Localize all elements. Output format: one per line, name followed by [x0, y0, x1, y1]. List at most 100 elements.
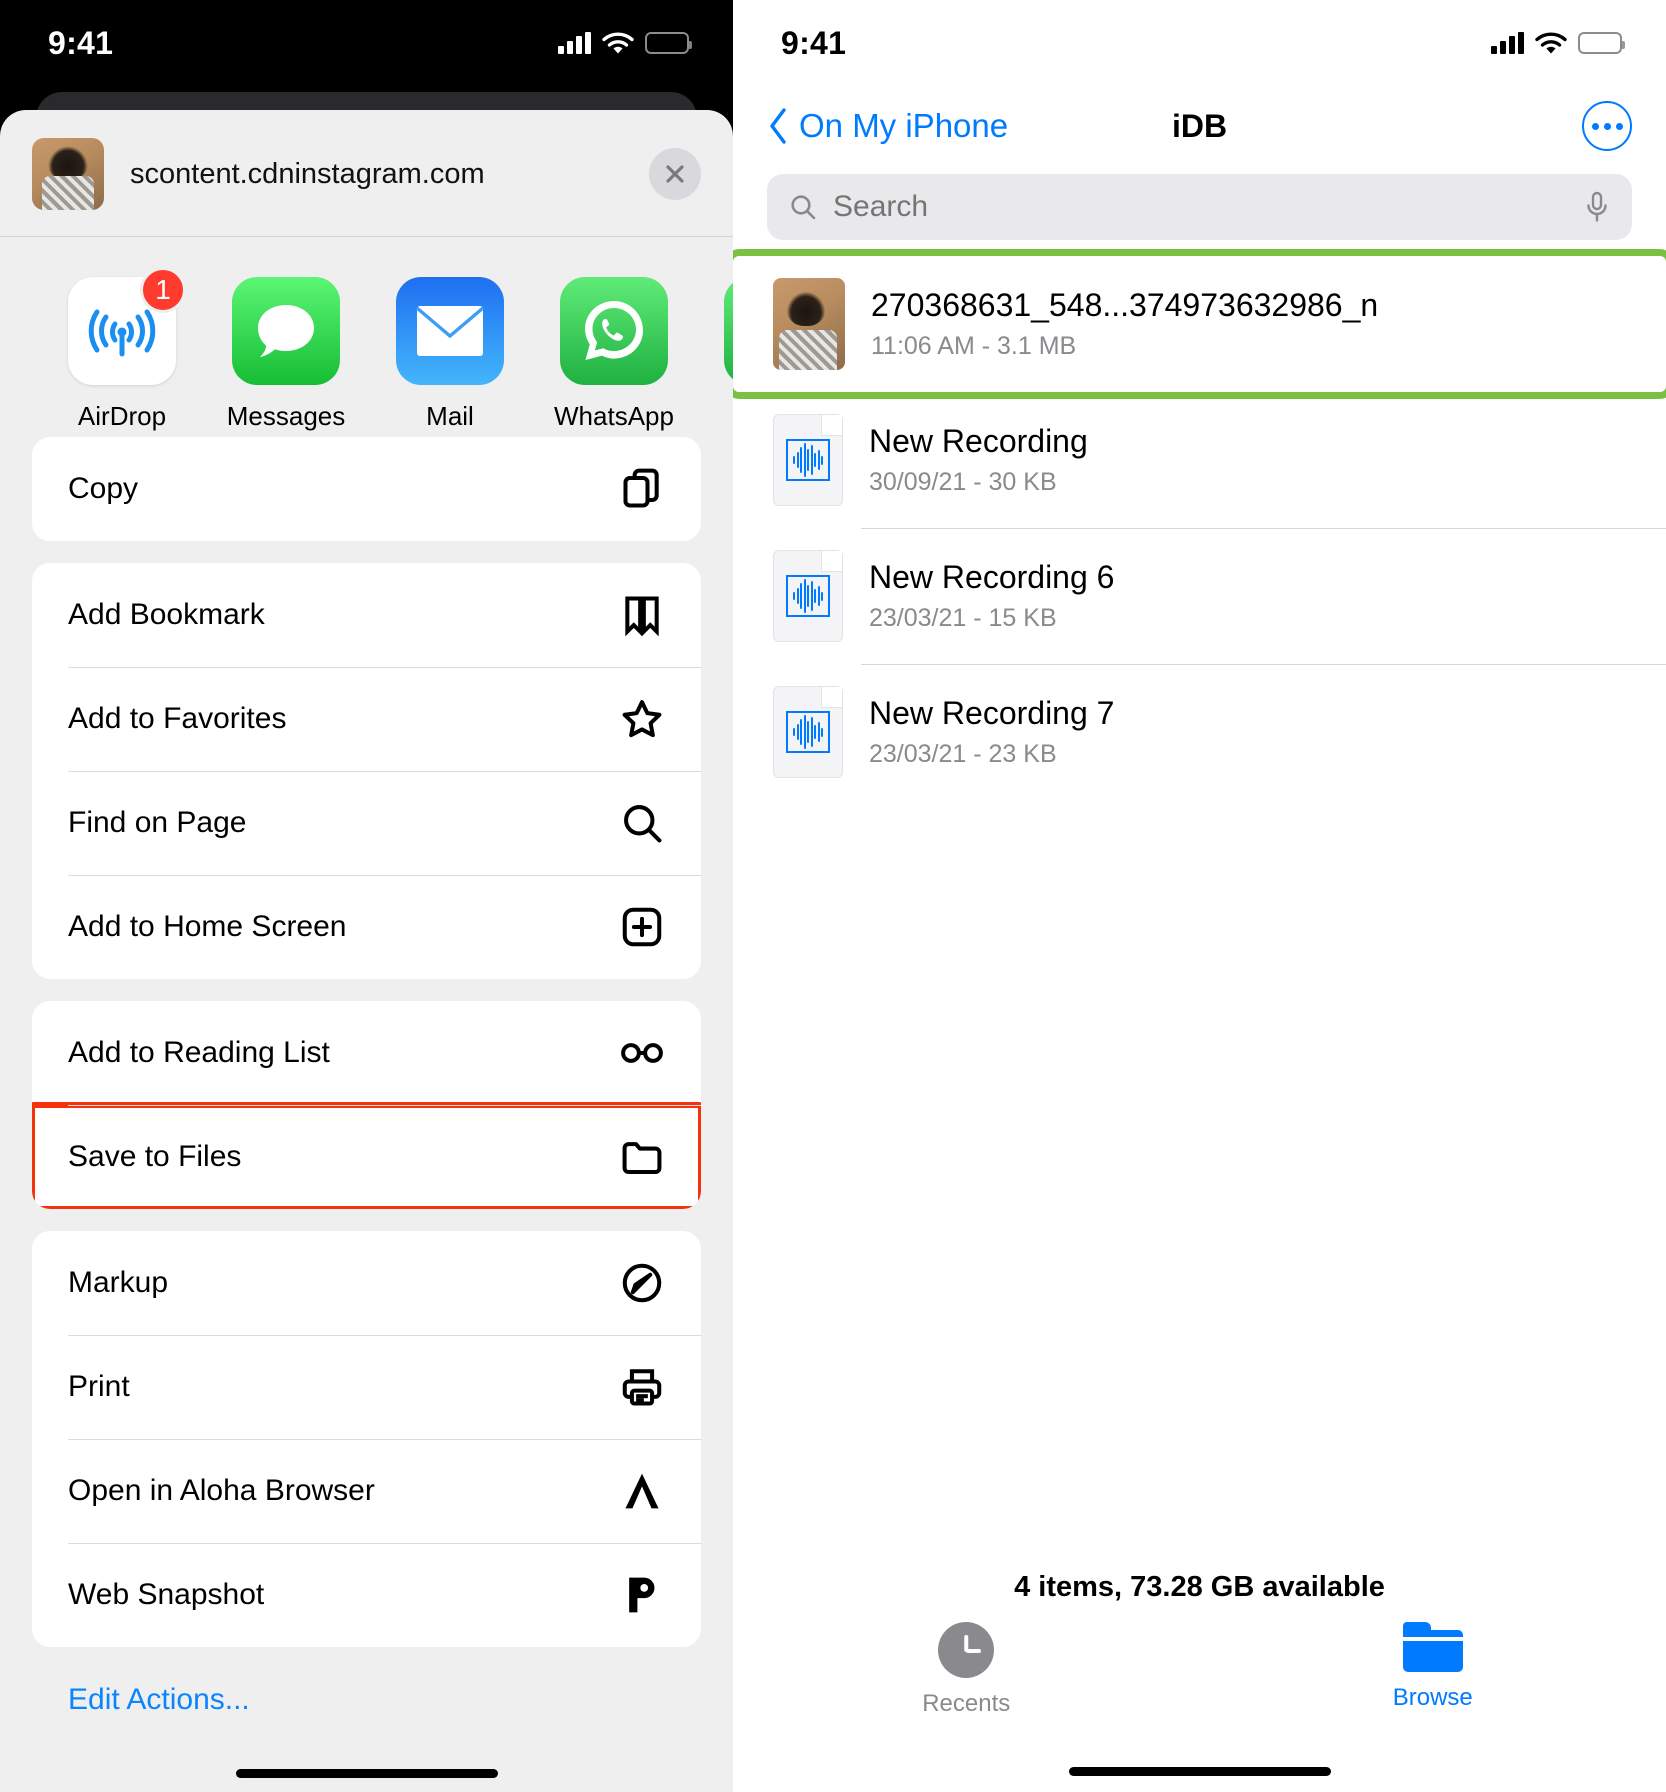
share-targets-row[interactable]: 1 AirDrop Messages Mail WhatsApp: [0, 237, 733, 437]
audio-document-icon: [773, 414, 843, 506]
whatsapp-business-icon: [724, 277, 733, 385]
home-indicator: [1068, 1767, 1331, 1776]
plus-square-icon: [619, 904, 665, 950]
share-target-mail[interactable]: Mail: [368, 277, 532, 432]
share-target-wa[interactable]: WA: [696, 277, 733, 432]
file-row-recording[interactable]: New Recording 6 23/03/21 - 15 KB: [733, 528, 1666, 664]
more-options-icon[interactable]: [1582, 101, 1632, 151]
action-web-snapshot[interactable]: Web Snapshot: [32, 1543, 701, 1647]
folder-icon: [619, 1134, 665, 1180]
action-add-to-home-screen[interactable]: Add to Home Screen: [32, 875, 701, 979]
markup-pen-icon: [619, 1260, 665, 1306]
edit-actions-link[interactable]: Edit Actions...: [32, 1669, 701, 1717]
action-label: Web Snapshot: [68, 1578, 265, 1611]
back-button[interactable]: On My iPhone: [767, 107, 1008, 145]
navigation-bar: On My iPhone iDB: [733, 86, 1666, 166]
glasses-icon: [619, 1030, 665, 1076]
file-name: New Recording 7: [869, 695, 1115, 731]
waveform-icon: [786, 439, 830, 481]
shared-item-url: scontent.cdninstagram.com: [130, 157, 485, 190]
wifi-icon: [1535, 32, 1567, 53]
action-add-to-reading-list[interactable]: Add to Reading List: [32, 1001, 701, 1105]
action-label: Markup: [68, 1266, 169, 1299]
waveform-icon: [786, 711, 830, 753]
file-name: 270368631_548...374973632986_n: [871, 287, 1379, 323]
airdrop-badge: 1: [140, 267, 186, 313]
action-label: Copy: [68, 472, 139, 505]
file-subtitle: 30/09/21 - 30 KB: [869, 468, 1057, 496]
action-find-on-page[interactable]: Find on Page: [32, 771, 701, 875]
action-label: Add Bookmark: [68, 598, 265, 631]
file-list: 270368631_548...374973632986_n 11:06 AM …: [733, 249, 1666, 800]
file-row-recording[interactable]: New Recording 7 23/03/21 - 23 KB: [733, 664, 1666, 800]
close-button[interactable]: [649, 148, 701, 200]
status-time: 9:41: [781, 24, 847, 61]
action-label: Add to Favorites: [68, 702, 287, 735]
airdrop-icon: 1: [68, 267, 186, 385]
waveform-icon: [786, 575, 830, 617]
file-row-recording[interactable]: New Recording 30/09/21 - 30 KB: [733, 392, 1666, 528]
share-target-messages[interactable]: Messages: [204, 277, 368, 432]
action-copy[interactable]: Copy: [32, 437, 701, 541]
share-target-label: WhatsApp: [554, 401, 674, 431]
file-meta: New Recording 30/09/21 - 30 KB: [869, 423, 1088, 497]
share-target-airdrop[interactable]: 1 AirDrop: [40, 267, 204, 432]
action-markup[interactable]: Markup: [32, 1231, 701, 1335]
share-target-label: AirDrop: [77, 401, 167, 431]
file-row-photo[interactable]: 270368631_548...374973632986_n 11:06 AM …: [733, 249, 1666, 399]
tab-label: Browse: [1392, 1684, 1473, 1711]
file-subtitle: 11:06 AM - 3.1 MB: [871, 332, 1077, 360]
chevron-left-icon: [767, 107, 789, 145]
printer-icon: [619, 1364, 665, 1410]
file-name: New Recording 6: [869, 559, 1115, 595]
wifi-icon: [602, 32, 634, 53]
search-bar[interactable]: [767, 174, 1632, 240]
action-print[interactable]: Print: [32, 1335, 701, 1439]
back-button-label: On My iPhone: [799, 107, 1009, 144]
status-time: 9:41: [48, 24, 114, 61]
whatsapp-icon: [560, 277, 668, 385]
tab-label: Recents: [922, 1690, 1011, 1717]
aloha-a-icon: [619, 1468, 665, 1514]
audio-document-icon: [773, 686, 843, 778]
status-icons: [558, 32, 692, 55]
file-name: New Recording: [869, 423, 1088, 459]
tab-browse[interactable]: Browse: [1323, 1622, 1543, 1712]
screenshot-root: 9:41 scontent.cdninstagram.com 1 AirDrop…: [0, 0, 1666, 1792]
mail-icon: [396, 277, 504, 385]
share-target-whatsapp[interactable]: WhatsApp: [532, 277, 696, 432]
file-meta: 270368631_548...374973632986_n 11:06 AM …: [871, 287, 1378, 361]
share-target-label: Mail: [426, 401, 474, 431]
action-save-to-files[interactable]: Save to Files: [32, 1102, 701, 1209]
status-bar-left: 9:41: [0, 0, 733, 86]
action-add-bookmark[interactable]: Add Bookmark: [32, 563, 701, 667]
file-meta: New Recording 7 23/03/21 - 23 KB: [869, 695, 1114, 769]
microphone-icon[interactable]: [1584, 190, 1610, 224]
star-icon: [619, 696, 665, 742]
audio-document-icon: [773, 550, 843, 642]
file-subtitle: 23/03/21 - 23 KB: [869, 740, 1057, 768]
file-meta: New Recording 6 23/03/21 - 15 KB: [869, 559, 1114, 633]
action-label: Print: [68, 1370, 130, 1403]
battery-icon: [1578, 32, 1625, 54]
status-icons: [1491, 32, 1625, 55]
search-area: [733, 166, 1666, 256]
search-icon: [619, 800, 665, 846]
tab-recents[interactable]: Recents: [856, 1622, 1076, 1718]
action-label: Add to Reading List: [68, 1036, 330, 1069]
close-icon: [666, 165, 684, 183]
share-sheet: scontent.cdninstagram.com 1 AirDrop Mess…: [0, 110, 733, 1792]
action-open-in-aloha-browser[interactable]: Open in Aloha Browser: [32, 1439, 701, 1543]
clock-icon: [938, 1622, 995, 1678]
actions-group-4: Markup Print Open in Aloha Browser Web S…: [32, 1231, 701, 1647]
safari-share-sheet-panel: 9:41 scontent.cdninstagram.com 1 AirDrop…: [0, 0, 733, 1792]
cellular-signal-icon: [558, 32, 591, 54]
search-input[interactable]: [833, 190, 1568, 224]
actions-group-2: Add Bookmark Add to Favorites Find on Pa…: [32, 563, 701, 979]
bookmark-icon: [619, 592, 665, 638]
share-actions-list: Copy Add Bookmark Add to Favorites Find …: [0, 437, 733, 1717]
action-add-to-favorites[interactable]: Add to Favorites: [32, 667, 701, 771]
status-bar-right: 9:41: [733, 0, 1666, 86]
shared-item-thumbnail: [32, 138, 104, 210]
photo-thumbnail: [773, 278, 845, 370]
